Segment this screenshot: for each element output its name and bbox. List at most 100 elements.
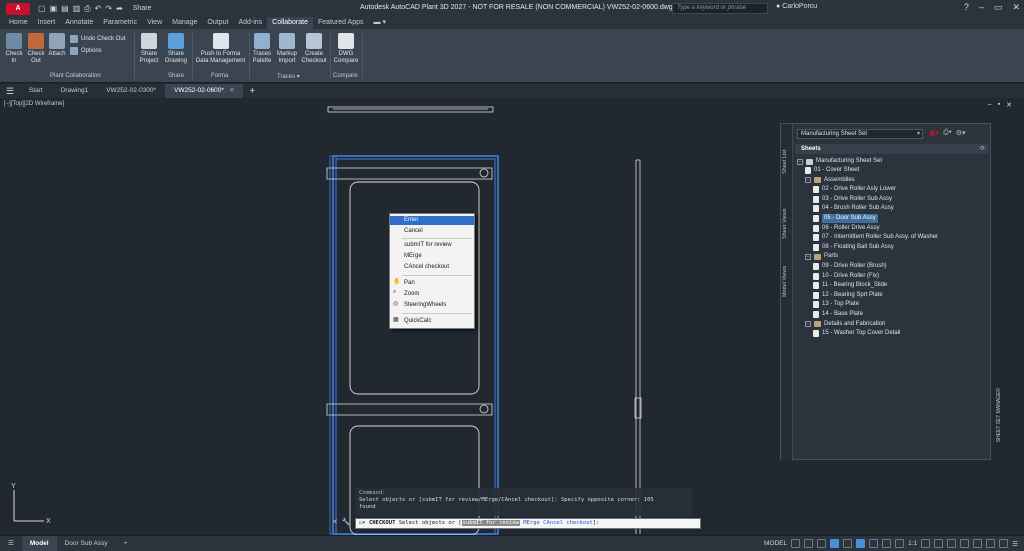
menu-item-cancel-checkout[interactable]: CAncel checkout [390,263,474,272]
tab-parametric[interactable]: Parametric [98,17,142,29]
tree-sheet[interactable]: 14 - Base Plate [813,310,863,319]
close-command-icon[interactable]: ✕ [332,518,338,526]
tab-insert[interactable]: Insert [33,17,61,29]
close-tab-icon[interactable]: ✕ [229,87,234,94]
quick-properties-icon[interactable] [960,539,970,548]
save-as-icon[interactable]: ▥ [73,4,81,13]
share-project-button[interactable]: Share Project [137,33,161,65]
tab-collaborate[interactable]: Collaborate [267,17,313,29]
menu-item-quickcalc[interactable]: QuickCalc [390,317,474,326]
file-tab-drawing1[interactable]: Drawing1 [52,84,97,98]
annotation-scale[interactable]: 1:1 [908,540,917,547]
hardware-acceleration-icon[interactable] [986,539,996,548]
tree-sheet[interactable]: 12 - Bearing Sprt Plate [813,291,883,300]
tab-featured-apps[interactable]: Featured Apps [313,17,369,29]
file-tab-vw252-0300[interactable]: VW252-02-0300* [97,84,165,98]
tab-annotate[interactable]: Annotate [60,17,98,29]
open-icon[interactable]: ▣ [50,4,58,13]
menu-item-merge[interactable]: MErge [390,252,474,261]
share-button[interactable]: Share [133,5,152,12]
minimize-icon[interactable]: – [979,2,984,13]
tree-sheet[interactable]: 06 - Roller Drive Assy [813,224,880,233]
polar-icon[interactable] [830,539,840,548]
close-icon[interactable]: ✕ [1012,2,1020,13]
menu-item-cancel[interactable]: Cancel [390,227,474,236]
redo-icon[interactable]: ↷ [105,4,112,13]
attach-button[interactable]: Attach [46,33,68,58]
tree-sheet[interactable]: 07 - Intermittent Roller Sub Assy. of Wa… [813,233,938,242]
markup-import-button[interactable]: Markup Import [274,33,300,65]
menu-item-pan[interactable]: Pan [390,279,474,288]
annotation-monitor-icon[interactable] [934,539,944,548]
ribbon-options-icon[interactable]: ▬ ▾ [369,17,391,29]
object-snap-icon[interactable] [856,539,866,548]
command-option-merge[interactable]: MErge [523,520,540,526]
clean-screen-icon[interactable] [999,539,1009,548]
add-layout-icon[interactable]: + [116,536,136,551]
tree-sheet[interactable]: 10 - Drive Roller (Fix) [813,272,879,281]
user-account[interactable]: ● CarloPorcu [776,3,817,10]
save-icon[interactable]: ▤ [61,4,69,13]
tree-folder[interactable]: − Parts [805,252,838,261]
new-icon[interactable]: ▢ [38,4,46,13]
publish-icon[interactable]: ▣▾ [929,129,939,137]
file-tab-start[interactable]: Start [20,84,52,98]
tree-sheet[interactable]: 11 - Bearing Block_Slide [813,281,887,290]
new-tab-icon[interactable]: + [249,86,255,97]
create-checkout-button[interactable]: Create Checkout [300,33,328,65]
options-button[interactable]: Options [70,47,102,55]
search-input[interactable]: Type a keyword or phrase [672,3,768,14]
menu-item-zoom[interactable]: Zoom [390,290,474,299]
check-in-button[interactable]: Check In [3,33,25,65]
collapse-icon[interactable]: − [797,158,803,165]
collapse-icon[interactable]: − [805,253,811,260]
tree-sheet[interactable]: 02 - Drive Roller Asly Lower [813,185,896,194]
command-option-submit[interactable]: submIT for review [461,520,520,526]
model-space-toggle[interactable]: MODEL [764,540,787,547]
tree-sheet[interactable]: 05 - Door Sub Assy [813,214,878,223]
tree-sheet[interactable]: 09 - Drive Roller (Brush) [813,262,887,271]
command-option-cancel-checkout[interactable]: CAncel checkout [543,520,593,526]
tree-folder[interactable]: − Assemblies [805,176,855,185]
menu-item-enter[interactable]: Enter [390,216,474,225]
app-logo[interactable]: A [6,2,30,15]
layout-tab-door-sub-assy[interactable]: Door Sub Assy [57,536,116,551]
tree-root[interactable]: − Manufacturing Sheet Set [797,157,882,166]
print-icon[interactable]: ⎙ [84,4,90,14]
isolate-objects-icon[interactable] [973,539,983,548]
tree-sheet[interactable]: 03 - Drive Roller Sub Assy [813,195,892,204]
file-tab-vw252-0600[interactable]: VW252-02-0600* ✕ [165,84,244,98]
annotation-visibility-icon[interactable] [882,539,892,548]
refresh-icon[interactable]: ⟳ [980,144,985,154]
undo-check-out-button[interactable]: Undo Check Out [70,35,125,43]
ortho-icon[interactable] [817,539,827,548]
tab-manage[interactable]: Manage [167,17,202,29]
plot-icon[interactable]: ⎙▾ [943,129,952,137]
isodraft-icon[interactable] [843,539,853,548]
tab-sheet-views[interactable]: Sheet Views [782,204,792,244]
tab-model-views[interactable]: Model Views [782,259,792,304]
sheet-set-dropdown[interactable]: Manufacturing Sheet Set ▾ [797,129,923,139]
customization-icon[interactable]: ☰ [1012,540,1018,548]
layout-tab-model[interactable]: Model [21,535,57,551]
tab-sheet-list[interactable]: Sheet List [782,142,792,182]
share-icon[interactable]: ➦ [116,4,123,13]
auto-scale-icon[interactable] [895,539,905,548]
lineweight-icon[interactable] [869,539,879,548]
undo-icon[interactable]: ↶ [95,4,102,13]
restore-icon[interactable]: ▭ [994,2,1003,13]
ssm-title-bar[interactable]: SHEET SET MANAGER [996,388,1002,442]
collapse-icon[interactable]: − [805,177,811,184]
push-to-forma-button[interactable]: Push to Forma Data Management [193,33,248,65]
menu-item-steeringwheels[interactable]: SteeringWheels [390,301,474,310]
dwg-compare-button[interactable]: DWG Compare [332,33,360,65]
tree-folder[interactable]: − Details and Fabrication [805,320,885,329]
tree-sheet[interactable]: 04 - Brush Roller Sub Assy [813,204,894,213]
tab-add-ins[interactable]: Add-ins [233,17,267,29]
grid-icon[interactable] [791,539,801,548]
ssm-options-icon[interactable]: ⚙▾ [956,129,966,137]
snap-icon[interactable] [804,539,814,548]
help-icon[interactable]: ? [964,2,969,13]
collapse-icon[interactable]: − [805,321,811,328]
command-input[interactable]: ▭▾ CHECKOUT Select objects or [submIT fo… [355,518,701,529]
